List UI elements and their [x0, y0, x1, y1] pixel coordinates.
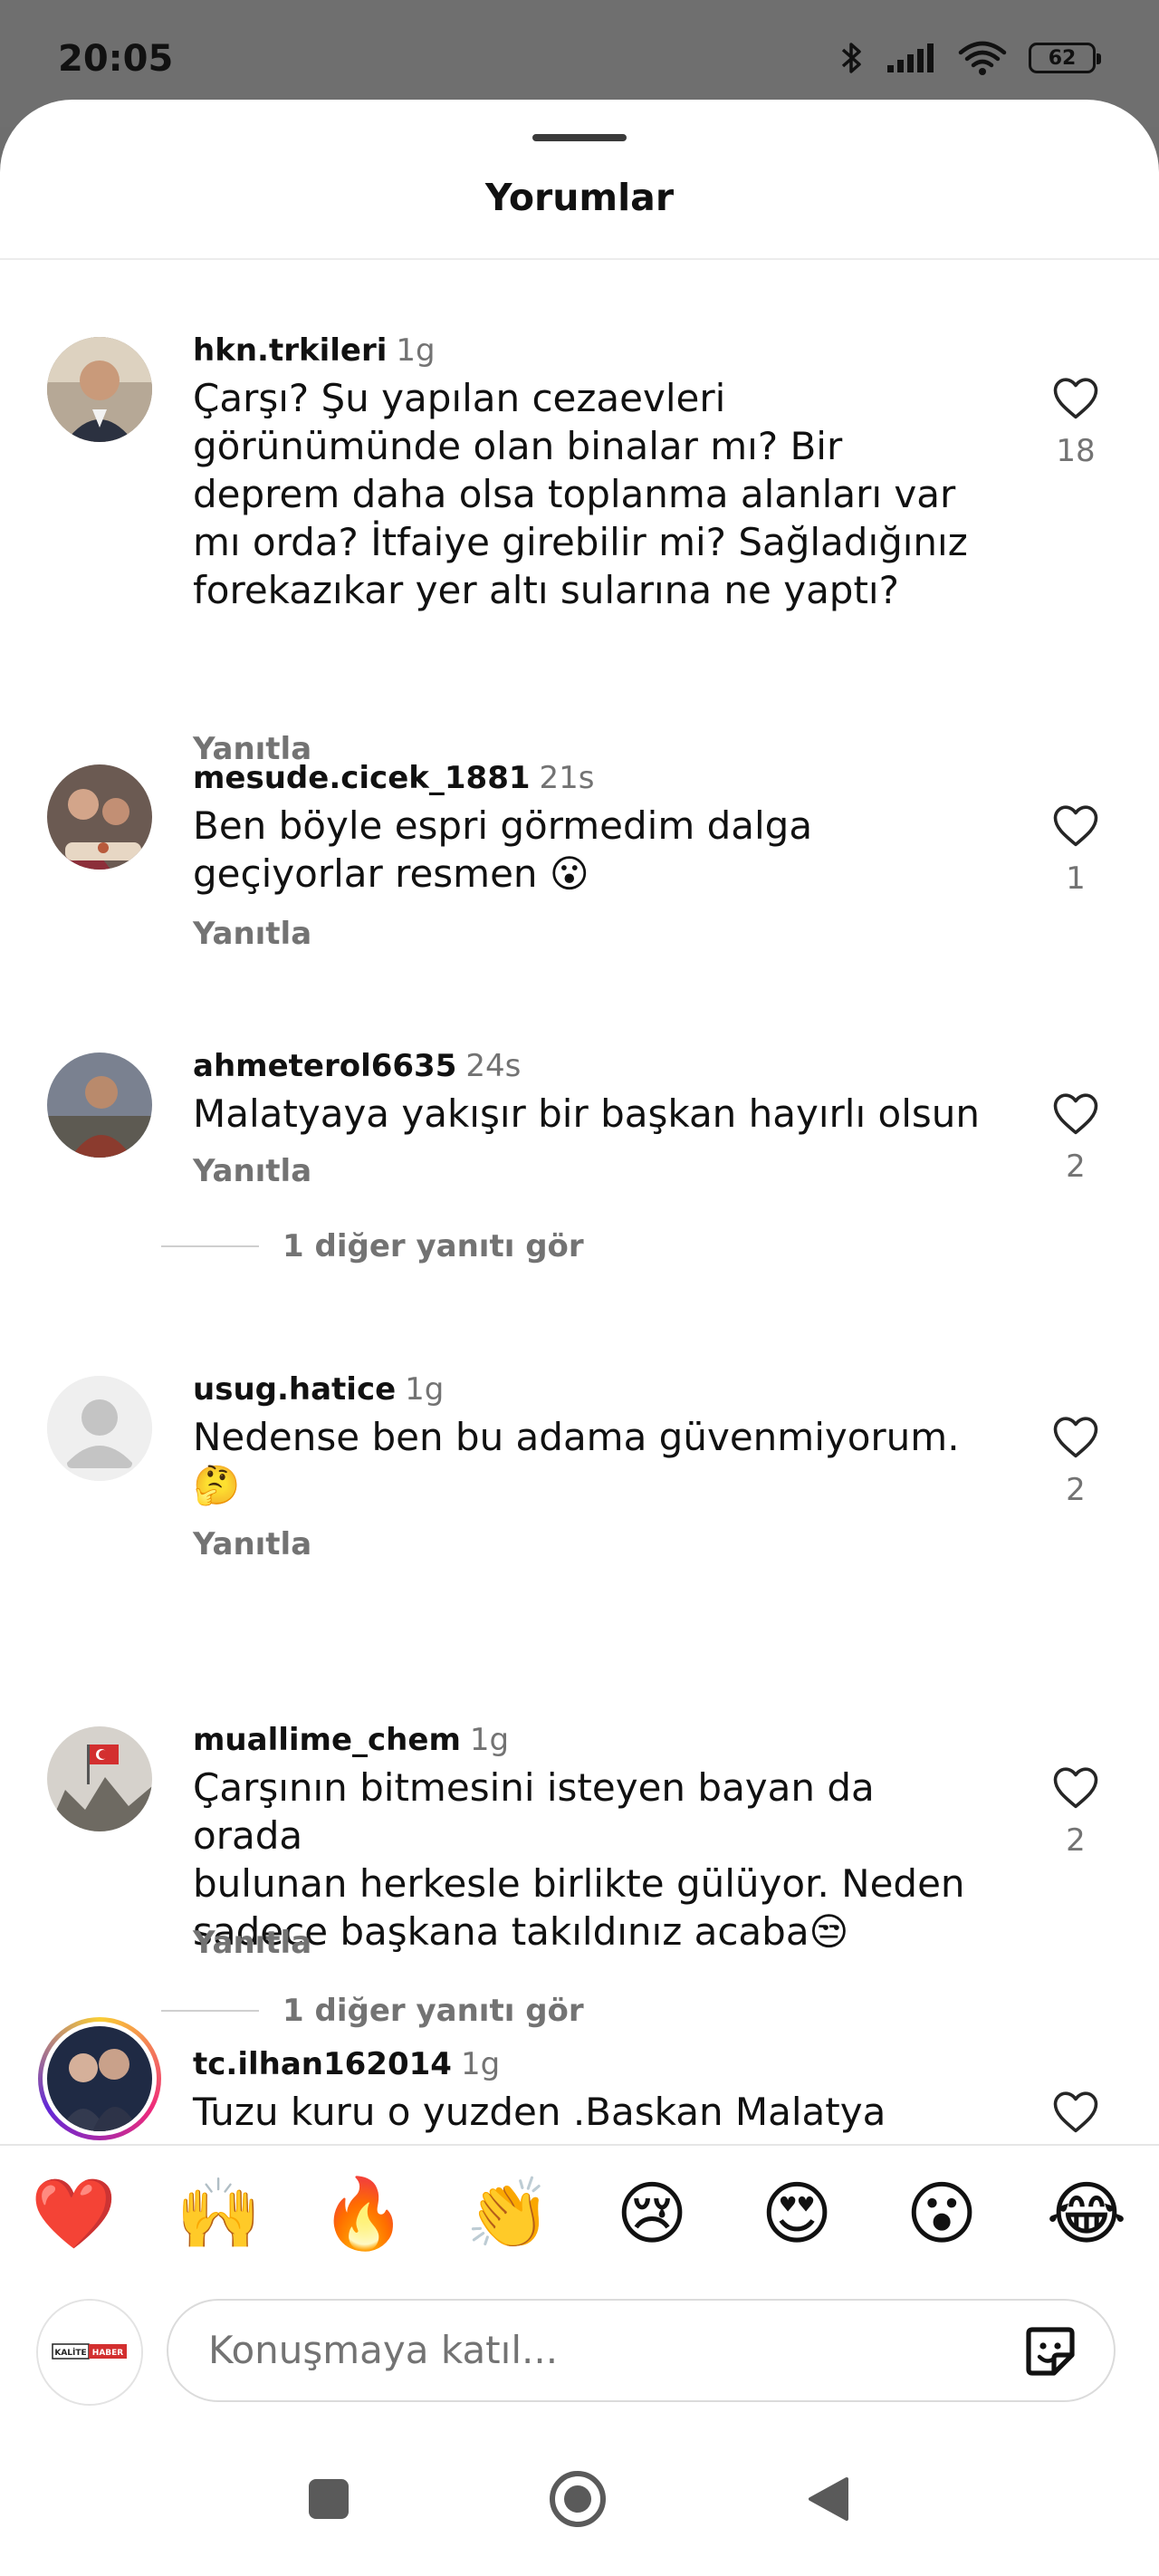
emoji-heart[interactable]: ❤️ — [31, 2172, 117, 2255]
svg-text:KALİTE: KALİTE — [54, 2348, 86, 2358]
like-count: 2 — [1066, 1822, 1086, 1859]
user-avatar[interactable] — [47, 1053, 152, 1158]
home-button[interactable] — [546, 2467, 609, 2531]
user-avatar[interactable] — [47, 764, 152, 870]
avatar-photo — [47, 764, 152, 870]
emoji-clapping[interactable]: 👏 — [465, 2172, 551, 2255]
comment-text: Çarşı? Şu yapılan cezaevleri görünümünde… — [193, 376, 968, 612]
user-avatar-story-ring[interactable] — [38, 2017, 161, 2140]
recents-button[interactable] — [297, 2467, 360, 2531]
drag-handle[interactable] — [532, 134, 627, 141]
comment-composer: KALİTE HABER Konuşmaya katıl... — [0, 2295, 1159, 2406]
comment-text: Ben böyle espri görmedim dalga geçiyorla… — [193, 803, 813, 896]
default-avatar-icon — [47, 1376, 152, 1481]
like-control[interactable]: 2 — [1049, 1764, 1103, 1859]
like-control[interactable]: 2 — [1049, 1414, 1103, 1508]
emoji-crying[interactable]: 😢 — [610, 2172, 694, 2255]
heart-outline-icon[interactable] — [1051, 2089, 1100, 2134]
emoji-heart-eyes[interactable]: 😍 — [755, 2172, 838, 2255]
user-avatar[interactable] — [47, 1376, 152, 1481]
signal-icon — [887, 43, 934, 72]
svg-text:HABER: HABER — [92, 2349, 124, 2358]
comment-item: mesude.cicek_1881 21s Ben böyle espri gör… — [0, 687, 1159, 976]
triangle-back-icon — [809, 2477, 848, 2521]
comment-input[interactable]: Konuşmaya katıl... — [167, 2299, 1116, 2402]
bluetooth-icon — [841, 43, 861, 73]
emoji-laughing[interactable]: 😂 — [1045, 2172, 1128, 2255]
view-more-replies[interactable]: 1 diğer yanıtı gör — [161, 1228, 584, 1264]
heart-outline-icon[interactable] — [1051, 375, 1100, 420]
comment-item: hkn.trkileri 1g Çarşı? Şu yapılan cezaevl… — [0, 260, 1159, 767]
emoji-fire[interactable]: 🔥 — [321, 2172, 407, 2255]
battery-indicator: 62 — [1029, 43, 1101, 73]
composer-divider — [0, 2144, 1159, 2146]
avatar-photo — [47, 2026, 152, 2131]
reply-button[interactable]: Yanıtla — [193, 1526, 311, 1562]
comment-username[interactable]: muallime_chem 1g — [193, 1722, 509, 1758]
comment-time: 21s — [539, 760, 595, 796]
circle-icon — [550, 2471, 606, 2527]
like-count: 18 — [1056, 433, 1096, 469]
back-button[interactable] — [797, 2467, 860, 2531]
like-count: 2 — [1066, 1472, 1086, 1508]
avatar-photo — [47, 1053, 152, 1158]
replies-divider-line — [161, 1245, 259, 1247]
comment-username[interactable]: tc.ilhan162014 1g — [193, 2046, 500, 2082]
avatar-photo — [47, 337, 152, 442]
replies-divider-line — [161, 2010, 259, 2012]
like-control[interactable]: 2 — [1049, 1091, 1103, 1185]
reply-button[interactable]: Yanıtla — [193, 1925, 311, 1961]
like-count: 2 — [1066, 1149, 1086, 1185]
reply-button[interactable]: Yanıtla — [193, 1153, 311, 1189]
system-nav-bar — [0, 2418, 1159, 2576]
comment-item: usug.hatice 1g Nedense ben bu adama güven… — [0, 1329, 1159, 1617]
comment-username[interactable]: ahmeterol6635 24s — [193, 1048, 521, 1084]
like-control[interactable]: 18 — [1049, 375, 1103, 469]
sheet-title: Yorumlar — [484, 176, 675, 219]
kalite-haber-logo: KALİTE HABER — [38, 2301, 141, 2404]
like-count: 1 — [1066, 860, 1086, 897]
heart-outline-icon[interactable] — [1051, 803, 1100, 848]
emoji-raised-hands[interactable]: 🙌 — [176, 2172, 262, 2255]
emoji-surprised[interactable]: 😮 — [900, 2172, 983, 2255]
square-icon — [309, 2479, 349, 2519]
user-avatar[interactable] — [47, 1726, 152, 1831]
comment-list[interactable]: hkn.trkileri 1g Çarşı? Şu yapılan cezaevl… — [0, 260, 1159, 2244]
account-avatar[interactable]: KALİTE HABER — [36, 2299, 143, 2406]
like-control[interactable] — [1049, 2089, 1103, 2134]
heart-outline-icon[interactable] — [1051, 1764, 1100, 1810]
comment-time: 24s — [465, 1048, 522, 1084]
heart-outline-icon[interactable] — [1051, 1414, 1100, 1459]
comment-time: 1g — [396, 332, 436, 369]
comment-time: 1g — [405, 1371, 445, 1408]
reply-button[interactable]: Yanıtla — [193, 916, 311, 952]
comment-item: ahmeterol6635 24s Malatyaya yakışır bir b… — [0, 976, 1159, 1329]
user-avatar[interactable] — [47, 337, 152, 442]
status-icons: 62 — [840, 40, 1101, 76]
comment-time: 1g — [460, 2046, 501, 2082]
comment-text: Nedense ben bu adama güvenmiyorum. 🤔 — [193, 1415, 960, 1507]
comment-input-placeholder: Konuşmaya katıl... — [208, 2328, 559, 2372]
status-time: 20:05 — [58, 38, 174, 80]
comment-text: Çarşının bitmesini isteyen bayan da orad… — [193, 1765, 965, 1954]
comment-text: Tuzu kuru o yuzden .Baskan Malatya — [193, 2090, 886, 2134]
view-more-replies-label: 1 diğer yanıtı gör — [283, 1228, 584, 1264]
like-control[interactable]: 1 — [1049, 803, 1103, 897]
comment-username[interactable]: mesude.cicek_1881 21s — [193, 760, 595, 796]
avatar-photo — [47, 1726, 152, 1831]
comment-username[interactable]: usug.hatice 1g — [193, 1371, 444, 1408]
emoji-quick-bar: ❤️ 🙌 🔥 👏 😢 😍 😮 😂 — [31, 2172, 1128, 2255]
comment-username[interactable]: hkn.trkileri 1g — [193, 332, 436, 369]
comment-time: 1g — [469, 1722, 510, 1758]
sticker-icon[interactable] — [1021, 2322, 1079, 2380]
comment-item: muallime_chem 1g Çarşının bitmesini istey… — [0, 1617, 1159, 2029]
heart-outline-icon[interactable] — [1051, 1091, 1100, 1136]
wifi-icon — [958, 41, 1007, 75]
battery-level: 62 — [1048, 46, 1077, 70]
comment-text: Malatyaya yakışır bir başkan hayırlı ols… — [193, 1091, 980, 1136]
